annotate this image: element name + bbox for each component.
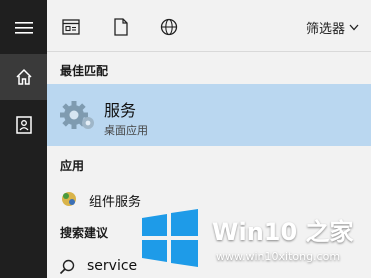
notebook-button[interactable] [0, 102, 47, 148]
app-result-label: 组件服务 [89, 195, 142, 210]
chevron-down-icon [349, 24, 359, 30]
home-button[interactable] [0, 54, 47, 100]
notebook-icon [15, 116, 32, 134]
best-match-result[interactable]: 服务 桌面应用 [47, 84, 371, 146]
search-icon [59, 259, 75, 275]
search-suggestions-heading: 搜索建议 [60, 226, 109, 240]
documents-filter-button[interactable] [109, 16, 133, 38]
services-gear-icon [60, 101, 94, 129]
best-match-title: 服务 [104, 101, 137, 120]
left-rail [0, 0, 47, 278]
menu-button[interactable] [0, 6, 47, 50]
watermark-brand: Win10 之家 [212, 218, 354, 246]
web-filter-button[interactable] [157, 16, 181, 38]
filter-toolbar: 筛选器 [47, 0, 371, 52]
watermark: Win10 之家 www.win10xitong.com [140, 202, 371, 278]
best-match-subtitle: 桌面应用 [104, 124, 148, 137]
search-suggestion-label: service [87, 258, 138, 274]
hamburger-menu-icon [14, 22, 33, 34]
windows-logo-icon [142, 209, 198, 267]
apps-heading: 应用 [60, 159, 85, 173]
best-match-heading: 最佳匹配 [60, 64, 109, 78]
document-icon [114, 18, 128, 36]
filter-label: 筛选器 [305, 21, 345, 37]
home-icon [15, 68, 32, 85]
web-icon [160, 18, 178, 36]
watermark-url: www.win10xitong.com [216, 250, 341, 263]
filter-dropdown[interactable]: 筛选器 [306, 17, 359, 37]
apps-filter-button[interactable] [59, 16, 83, 38]
apps-icon [62, 19, 80, 35]
component-services-icon [62, 192, 76, 206]
